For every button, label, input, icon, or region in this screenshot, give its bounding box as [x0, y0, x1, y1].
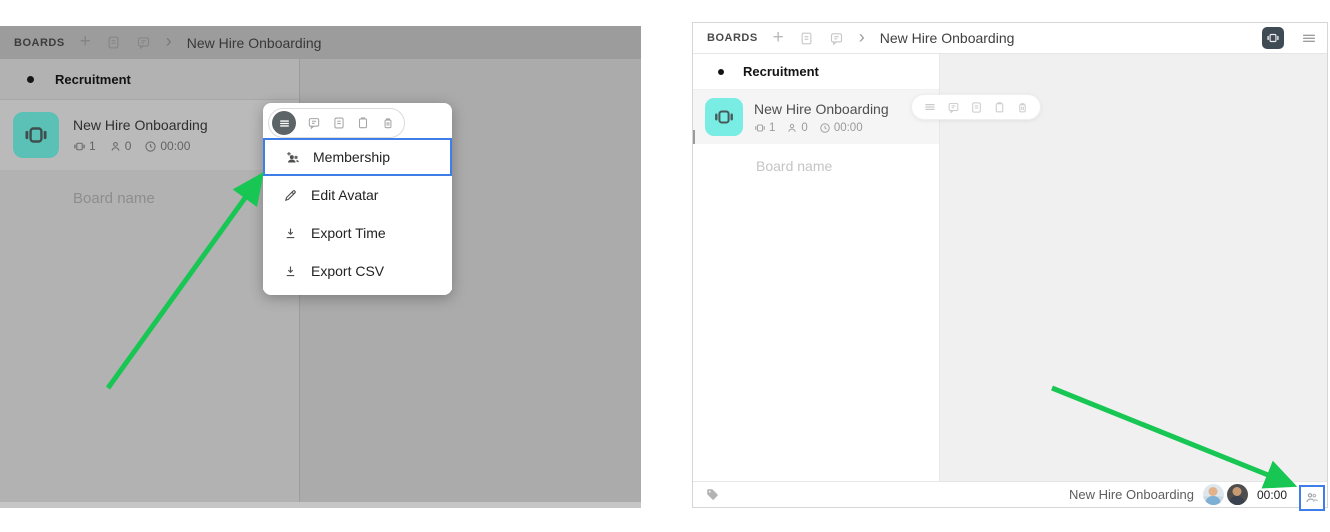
- board-card-stats: 1 0 00:00: [754, 122, 889, 134]
- group-add-icon: [282, 149, 302, 166]
- breadcrumb-board-title: New Hire Onboarding: [880, 30, 1015, 46]
- boards-count-stat: 1: [754, 122, 775, 134]
- tag-icon[interactable]: [705, 487, 720, 502]
- bottom-bar: New Hire Onboarding 00:00: [693, 481, 1327, 507]
- pencil-icon: [280, 188, 300, 203]
- trash-icon[interactable]: [381, 116, 395, 130]
- board-template-icon[interactable]: [799, 31, 814, 46]
- footer-board-title: New Hire Onboarding: [1069, 487, 1194, 502]
- board-name-input[interactable]: [754, 157, 918, 175]
- trash-icon[interactable]: [1016, 101, 1029, 114]
- board-context-menu: Membership Edit Avatar Export Time Expor…: [263, 103, 452, 295]
- menu-item-label: Membership: [313, 149, 390, 165]
- board-avatar[interactable]: [705, 98, 743, 136]
- chevron-right-icon: ›: [859, 28, 865, 46]
- board-card[interactable]: New Hire Onboarding 1 0 00:00: [693, 90, 939, 144]
- time-value: 00:00: [834, 122, 863, 134]
- project-bullet-icon: [27, 76, 34, 83]
- board-name-input[interactable]: [71, 189, 255, 208]
- screenshot-right: BOARDS + › New Hire Onboarding Recruitme…: [692, 22, 1328, 508]
- project-row[interactable]: Recruitment: [0, 59, 299, 100]
- scrollbar[interactable]: [693, 130, 695, 144]
- menu-item-edit-avatar[interactable]: Edit Avatar: [263, 176, 452, 214]
- clock-icon: [144, 140, 157, 153]
- board-actions-pill: [911, 94, 1041, 120]
- member-avatar[interactable]: [1227, 484, 1248, 505]
- clock-icon: [819, 122, 831, 134]
- boards-count-value: 1: [89, 139, 96, 153]
- hamburger-menu-icon[interactable]: [1301, 30, 1317, 46]
- members-count-stat: 0: [109, 139, 132, 153]
- board-mini-icon: [73, 140, 86, 153]
- time-stat: 00:00: [144, 139, 190, 153]
- document-icon[interactable]: [332, 116, 346, 130]
- add-board-icon[interactable]: +: [80, 32, 91, 51]
- time-stat: 00:00: [819, 122, 863, 134]
- project-bullet-icon: [718, 69, 724, 75]
- membership-button[interactable]: [1299, 485, 1325, 511]
- board-card[interactable]: New Hire Onboarding 1 0 00:00: [0, 100, 299, 170]
- menu-item-label: Export CSV: [311, 263, 384, 279]
- chevron-right-icon: ›: [166, 32, 172, 50]
- download-icon: [280, 264, 300, 279]
- chat-icon[interactable]: [136, 35, 151, 50]
- board-template-icon[interactable]: [106, 35, 121, 50]
- chat-icon[interactable]: [307, 116, 321, 130]
- menu-item-label: Export Time: [311, 225, 386, 241]
- board-mini-icon: [754, 122, 766, 134]
- breadcrumb-board-title: New Hire Onboarding: [187, 35, 322, 51]
- clipboard-icon[interactable]: [356, 116, 370, 130]
- chat-icon[interactable]: [829, 31, 844, 46]
- add-board-icon[interactable]: +: [773, 28, 784, 47]
- members-count-value: 0: [801, 122, 807, 134]
- board-card-title: New Hire Onboarding: [73, 117, 208, 133]
- boards-count-value: 1: [769, 122, 775, 134]
- project-name: Recruitment: [55, 72, 131, 87]
- member-avatars: [1203, 484, 1248, 505]
- member-avatar[interactable]: [1203, 484, 1224, 505]
- menu-item-export-time[interactable]: Export Time: [263, 214, 452, 252]
- boards-nav-label[interactable]: BOARDS: [707, 32, 758, 44]
- board-card-title: New Hire Onboarding: [754, 101, 889, 117]
- project-row[interactable]: Recruitment: [693, 54, 939, 90]
- person-icon: [109, 140, 122, 153]
- boards-sidebar: Recruitment New Hire Onboarding 1: [693, 54, 940, 481]
- menu-item-membership[interactable]: Membership: [263, 138, 452, 176]
- top-bar: BOARDS + › New Hire Onboarding: [0, 26, 641, 59]
- project-name: Recruitment: [743, 64, 819, 79]
- document-icon[interactable]: [970, 101, 983, 114]
- bottom-bar-dimmed: [0, 502, 641, 508]
- chat-icon[interactable]: [947, 101, 960, 114]
- top-bar: BOARDS + › New Hire Onboarding: [693, 23, 1327, 54]
- right-body: Recruitment New Hire Onboarding 1: [693, 54, 1327, 481]
- boards-count-stat: 1: [73, 139, 96, 153]
- board-view-button[interactable]: [1262, 27, 1284, 49]
- board-card-stats: 1 0 00:00: [73, 139, 208, 153]
- person-icon: [786, 122, 798, 134]
- boards-sidebar: Recruitment New Hire Onboarding 1: [0, 59, 300, 502]
- footer-time: 00:00: [1257, 488, 1287, 502]
- time-value: 00:00: [160, 139, 190, 153]
- footer-board-info: New Hire Onboarding 00:00: [1069, 484, 1287, 505]
- clipboard-icon[interactable]: [993, 101, 1006, 114]
- board-avatar[interactable]: [13, 112, 59, 158]
- members-count-stat: 0: [786, 122, 807, 134]
- menu-item-export-csv[interactable]: Export CSV: [263, 252, 452, 290]
- context-menu-items: Membership Edit Avatar Export Time Expor…: [263, 138, 452, 290]
- members-count-value: 0: [125, 139, 132, 153]
- download-icon: [280, 226, 300, 241]
- menu-toggle-icon[interactable]: [923, 100, 937, 114]
- menu-item-label: Edit Avatar: [311, 187, 378, 203]
- boards-nav-label[interactable]: BOARDS: [14, 37, 65, 49]
- menu-toggle-icon[interactable]: [272, 111, 296, 135]
- board-actions-pill: [268, 108, 405, 138]
